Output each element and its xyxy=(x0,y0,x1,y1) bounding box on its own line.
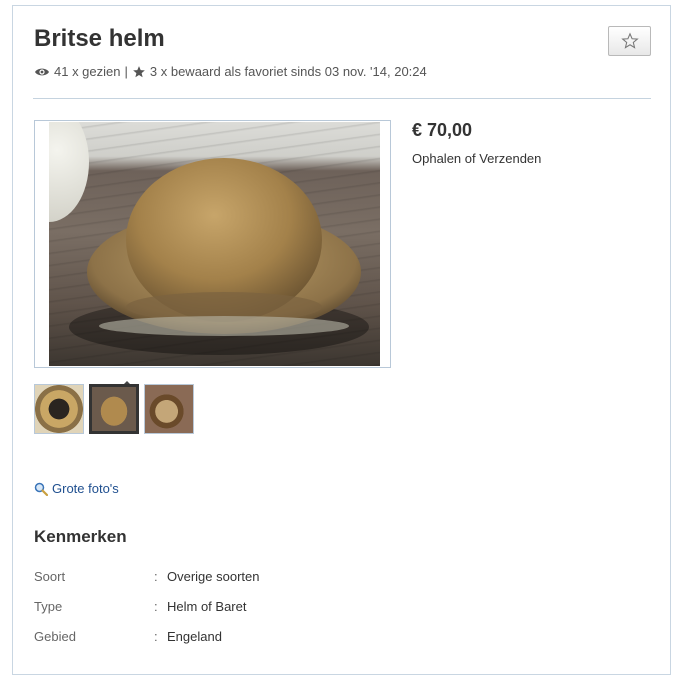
spec-row-type: Type : Helm of Baret xyxy=(34,597,246,615)
specs-heading: Kenmerken xyxy=(34,527,127,546)
thumbnail-strip xyxy=(34,384,194,434)
thumbnail[interactable] xyxy=(144,384,194,434)
large-photos-link[interactable]: Grote foto's xyxy=(34,481,119,496)
spec-colon: : xyxy=(154,628,158,644)
star-icon xyxy=(132,65,146,79)
thumbnail[interactable] xyxy=(34,384,84,434)
star-outline-icon xyxy=(620,32,639,50)
spec-value: Engeland xyxy=(167,628,222,644)
meta-separator: | xyxy=(124,64,128,79)
spec-value: Helm of Baret xyxy=(167,598,247,614)
spec-row-gebied: Gebied : Engeland xyxy=(34,627,222,645)
spec-colon: : xyxy=(154,568,158,584)
spec-value: Overige soorten xyxy=(167,568,260,584)
spec-label: Gebied xyxy=(34,628,76,644)
spec-label: Soort xyxy=(34,568,66,584)
thumbnail-selected[interactable] xyxy=(89,384,139,434)
listing-meta: 41 x gezien | 3 x bewaard als favoriet s… xyxy=(34,64,427,79)
helmet-photo xyxy=(49,122,380,366)
main-photo[interactable] xyxy=(34,120,391,368)
magnifier-icon xyxy=(34,482,48,496)
listing-title: Britse helm xyxy=(34,25,165,52)
price: € 70,00 xyxy=(412,120,473,140)
divider xyxy=(33,98,651,99)
helmet-illustration xyxy=(69,158,369,355)
listing-card: Britse helm 41 x gezien | 3 x bewaard al… xyxy=(12,5,671,675)
spec-colon: : xyxy=(154,598,158,614)
spec-row-soort: Soort : Overige soorten xyxy=(34,567,260,585)
favorite-button[interactable] xyxy=(608,26,651,56)
favorite-count: 3 x bewaard als favoriet sinds 03 nov. '… xyxy=(149,64,427,79)
delivery-method: Ophalen of Verzenden xyxy=(412,151,542,166)
spec-label: Type xyxy=(34,598,63,614)
view-count: 41 x gezien xyxy=(54,64,121,79)
eye-icon xyxy=(34,66,50,78)
large-photos-label: Grote foto's xyxy=(52,481,119,496)
